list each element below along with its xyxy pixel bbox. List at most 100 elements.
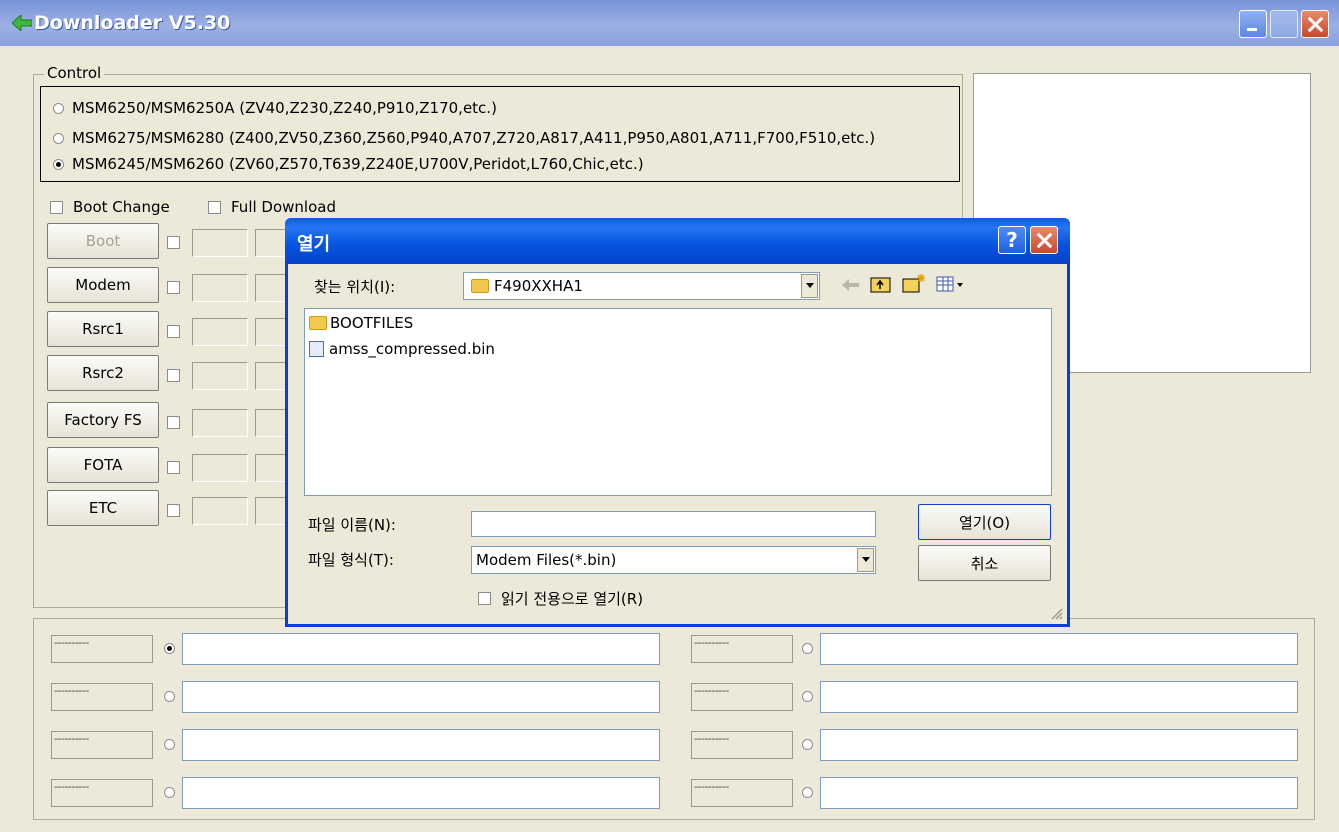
rsrc1-row-field — [192, 318, 248, 346]
open-button[interactable]: 열기(O) — [918, 504, 1051, 540]
dialog-title: 열기 — [297, 234, 331, 255]
port-radio-right-2[interactable] — [802, 691, 813, 702]
resize-grip-icon[interactable] — [1049, 606, 1063, 620]
etc-row-field-2 — [255, 497, 287, 525]
back-icon[interactable] — [842, 278, 860, 292]
view-menu-icon[interactable] — [936, 275, 966, 293]
rsrc2-button[interactable]: Rsrc2 — [47, 355, 159, 391]
new-folder-icon[interactable] — [902, 273, 926, 293]
close-button[interactable] — [1301, 10, 1329, 38]
rsrc1-row-checkbox[interactable] — [167, 325, 180, 338]
port-field-left-1[interactable] — [182, 633, 660, 665]
dialog-close-button[interactable] — [1030, 226, 1058, 254]
minimize-button[interactable] — [1239, 10, 1267, 38]
file-list[interactable]: BOOTFILES amss_compressed.bin — [304, 308, 1052, 496]
filetype-value: Modem Files(*.bin) — [476, 551, 617, 569]
filetype-combo[interactable]: Modem Files(*.bin) — [471, 546, 876, 574]
port-field-right-3[interactable] — [820, 729, 1298, 761]
factory-fs-row-field-2 — [255, 409, 287, 437]
rsrc2-row-field-2 — [255, 362, 287, 390]
port-label-right-2: ---------- — [691, 683, 793, 711]
checkbox[interactable] — [478, 591, 491, 605]
filename-label: 파일 이름(N): — [308, 516, 396, 534]
factory-fs-row-checkbox[interactable] — [167, 416, 180, 429]
checkbox[interactable] — [50, 200, 63, 214]
list-item-file[interactable]: amss_compressed.bin — [309, 339, 495, 359]
fota-button[interactable]: FOTA — [47, 447, 159, 483]
port-radio-left-1[interactable] — [164, 643, 175, 654]
help-button[interactable]: ? — [998, 226, 1026, 254]
full-download-checkbox[interactable]: Full Download — [208, 196, 336, 218]
rsrc2-row-checkbox[interactable] — [167, 369, 180, 382]
etc-row-checkbox[interactable] — [167, 504, 180, 517]
fota-row-checkbox[interactable] — [167, 461, 180, 474]
look-in-value: F490XXHA1 — [494, 277, 583, 295]
arrow-left-icon — [12, 15, 32, 31]
etc-row-field — [192, 497, 248, 525]
radio-button[interactable] — [53, 132, 64, 144]
chipset-radio-group: MSM6250/MSM6250A (ZV40,Z230,Z240,P910,Z1… — [40, 86, 960, 182]
filetype-label: 파일 형식(T): — [308, 551, 394, 569]
cancel-button[interactable]: 취소 — [918, 545, 1051, 581]
modem-row-checkbox[interactable] — [167, 281, 180, 294]
boot-row-checkbox[interactable] — [167, 236, 180, 249]
chevron-down-icon[interactable] — [857, 548, 874, 572]
port-label-left-4: ---------- — [51, 779, 153, 807]
folder-icon — [471, 279, 489, 293]
readonly-checkbox[interactable]: 읽기 전용으로 열기(R) — [478, 587, 643, 609]
rsrc2-row-field — [192, 362, 248, 390]
up-folder-icon[interactable] — [870, 275, 892, 293]
checkbox[interactable] — [208, 200, 221, 214]
filename-input[interactable] — [471, 511, 876, 537]
look-in-combo[interactable]: F490XXHA1 — [463, 272, 820, 300]
radio-button[interactable] — [53, 102, 64, 114]
modem-row-field — [192, 274, 248, 302]
list-item-folder[interactable]: BOOTFILES — [309, 313, 413, 333]
port-radio-left-4[interactable] — [164, 787, 175, 798]
checkbox-label: 읽기 전용으로 열기(R) — [501, 589, 644, 608]
port-radio-right-1[interactable] — [802, 643, 813, 654]
chevron-down-icon[interactable] — [801, 274, 818, 298]
port-field-right-1[interactable] — [820, 633, 1298, 665]
port-field-left-3[interactable] — [182, 729, 660, 761]
fota-row-field — [192, 454, 248, 482]
chipset-option-msm6245[interactable]: MSM6245/MSM6260 (ZV60,Z570,T639,Z240E,U7… — [53, 153, 644, 175]
port-label-right-3: ---------- — [691, 731, 793, 759]
maximize-button[interactable] — [1270, 10, 1298, 38]
port-field-left-4[interactable] — [182, 777, 660, 809]
open-file-dialog: 열기 ? 찾는 위치(I): F490XXHA1 BOOTFILES amss_… — [285, 218, 1070, 627]
rsrc1-row-field-2 — [255, 318, 287, 346]
boot-row-field-2 — [255, 229, 287, 257]
port-field-left-2[interactable] — [182, 681, 660, 713]
port-label-left-3: ---------- — [51, 731, 153, 759]
port-field-right-2[interactable] — [820, 681, 1298, 713]
fota-row-field-2 — [255, 454, 287, 482]
control-group-label: Control — [44, 64, 105, 82]
option-label: MSM6245/MSM6260 (ZV60,Z570,T639,Z240E,U7… — [72, 155, 644, 173]
option-label: MSM6250/MSM6250A (ZV40,Z230,Z240,P910,Z1… — [72, 99, 497, 117]
port-radio-right-4[interactable] — [802, 787, 813, 798]
window-title-bar[interactable]: Downloader V5.30 — [0, 0, 1339, 46]
chipset-option-msm6250[interactable]: MSM6250/MSM6250A (ZV40,Z230,Z240,P910,Z1… — [53, 97, 497, 119]
modem-button[interactable]: Modem — [47, 267, 159, 303]
factory-fs-row-field — [192, 409, 248, 437]
factory-fs-button[interactable]: Factory FS — [47, 402, 159, 438]
radio-button-selected[interactable] — [53, 158, 64, 170]
dialog-title-bar[interactable]: 열기 ? — [285, 218, 1070, 264]
port-radio-left-3[interactable] — [164, 739, 175, 750]
file-name: amss_compressed.bin — [329, 340, 495, 358]
look-in-label: 찾는 위치(I): — [314, 278, 396, 296]
boot-row-field — [192, 229, 248, 257]
boot-button[interactable]: Boot — [47, 223, 159, 259]
port-label-left-2: ---------- — [51, 683, 153, 711]
port-radio-left-2[interactable] — [164, 691, 175, 702]
window-title: Downloader V5.30 — [34, 12, 231, 34]
rsrc1-button[interactable]: Rsrc1 — [47, 311, 159, 347]
chipset-option-msm6275[interactable]: MSM6275/MSM6280 (Z400,ZV50,Z360,Z560,P94… — [53, 127, 875, 149]
boot-change-checkbox[interactable]: Boot Change — [50, 196, 170, 218]
checkbox-label: Boot Change — [73, 198, 170, 216]
port-radio-right-3[interactable] — [802, 739, 813, 750]
port-field-right-4[interactable] — [820, 777, 1298, 809]
port-label-left-1: ---------- — [51, 635, 153, 663]
etc-button[interactable]: ETC — [47, 490, 159, 526]
